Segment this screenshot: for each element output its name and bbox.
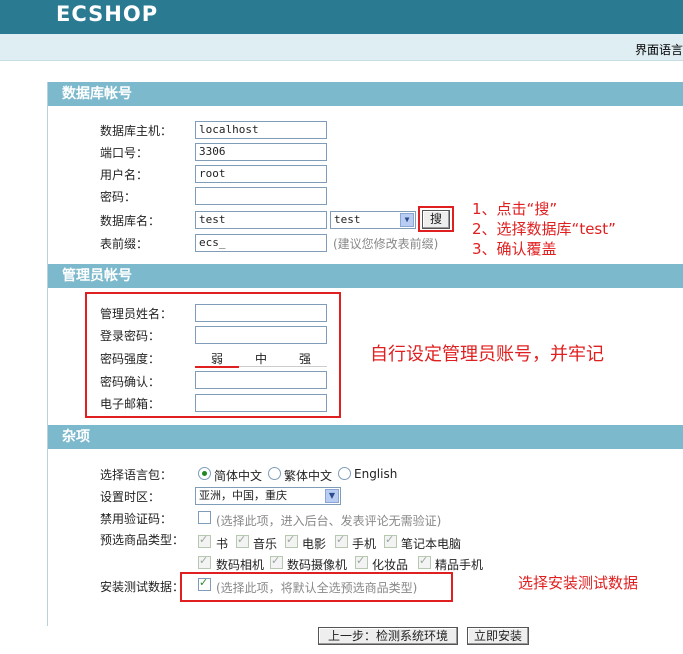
admin-name-label: 管理员姓名： <box>100 307 173 321</box>
chevron-down-icon: ▼ <box>325 489 339 503</box>
db-name-label: 数据库名： <box>100 214 161 228</box>
lang-radio-english[interactable] <box>338 467 351 480</box>
strength-medium: 中 <box>255 352 268 366</box>
goods-checkbox-premium-phone[interactable] <box>418 554 431 569</box>
strength-bar-rest <box>239 366 327 367</box>
search-button-highlight <box>418 206 454 232</box>
lang-option-simplified: 简体中文 <box>214 469 263 483</box>
annotation-admin-note: 自行设定管理员账号，并牢记 <box>370 344 604 365</box>
goods-type-label: 预选商品类型： <box>100 533 185 547</box>
table-prefix-input[interactable]: ecs_ <box>195 234 327 252</box>
strength-strong: 强 <box>299 352 312 366</box>
test-data-highlight <box>180 572 453 602</box>
db-pass-input[interactable] <box>195 187 327 205</box>
annotation-step3: 3、确认覆盖 <box>472 240 557 258</box>
captcha-checkbox[interactable] <box>198 511 211 524</box>
lang-radio-traditional[interactable] <box>268 467 281 480</box>
timezone-label: 设置时区： <box>100 490 161 504</box>
goods-movie: 电影 <box>302 537 327 551</box>
annotation-step1: 1、点击“搜” <box>472 200 558 218</box>
goods-checkbox-movie[interactable] <box>285 533 298 548</box>
table-prefix-label: 表前缀： <box>100 237 149 251</box>
goods-checkbox-laptop[interactable] <box>384 533 397 548</box>
goods-premium-phone: 精品手机 <box>435 558 484 572</box>
goods-checkbox-camera[interactable] <box>198 554 211 569</box>
strength-bar-weak <box>195 366 239 368</box>
strength-weak: 弱 <box>211 352 224 366</box>
lang-radio-simplified[interactable] <box>198 467 211 480</box>
goods-camcorder: 数码摄像机 <box>287 558 348 572</box>
lang-option-traditional: 繁体中文 <box>284 469 333 483</box>
db-name-select[interactable]: test ▼ <box>330 211 416 229</box>
admin-pwd-label: 登录密码： <box>100 329 161 343</box>
timezone-select[interactable]: 亚洲，中国，重庆 ▼ <box>195 487 341 505</box>
admin-email-input[interactable] <box>195 394 327 412</box>
top-banner: ECSHOP <box>0 0 683 34</box>
admin-pwd-input[interactable] <box>195 326 327 344</box>
lang-option-english: English <box>354 467 398 481</box>
db-pass-label: 密码： <box>100 190 137 204</box>
captcha-label: 禁用验证码： <box>100 512 173 526</box>
chevron-down-icon: ▼ <box>400 213 414 227</box>
db-host-input[interactable]: localhost <box>195 121 327 139</box>
interface-language-link[interactable]: 界面语言 <box>635 41 683 58</box>
db-port-label: 端口号： <box>100 146 149 160</box>
goods-checkbox-cosmetics[interactable] <box>355 554 368 569</box>
goods-checkbox-camcorder[interactable] <box>270 554 283 569</box>
pwd-strength-label: 密码强度： <box>100 352 161 366</box>
goods-music: 音乐 <box>253 537 278 551</box>
annotation-step2: 2、选择数据库“test” <box>472 220 616 238</box>
goods-cosmetics: 化妆品 <box>372 558 409 572</box>
lang-pack-label: 选择语言包： <box>100 468 173 482</box>
admin-name-input[interactable] <box>195 304 327 322</box>
ecshop-logo: ECSHOP <box>56 2 159 26</box>
goods-phone: 手机 <box>352 537 377 551</box>
captcha-hint: (选择此项，进入后台、发表评论无需验证) <box>216 514 442 528</box>
db-host-label: 数据库主机： <box>100 124 173 138</box>
db-name-input[interactable]: test <box>195 211 327 229</box>
goods-checkbox-music[interactable] <box>236 533 249 548</box>
db-section-header: 数据库帐号 <box>48 82 683 106</box>
annotation-test-note: 选择安装测试数据 <box>518 574 639 592</box>
table-prefix-hint: (建议您修改表前缀) <box>333 237 439 251</box>
goods-checkbox-phone[interactable] <box>335 533 348 548</box>
admin-confirm-input[interactable] <box>195 371 327 389</box>
goods-checkbox-book[interactable] <box>198 533 211 548</box>
install-now-button[interactable]: 立即安装 <box>467 627 529 645</box>
admin-section-header: 管理员帐号 <box>48 264 683 288</box>
db-port-input[interactable]: 3306 <box>195 143 327 161</box>
test-data-label: 安装测试数据： <box>100 580 185 594</box>
goods-book: 书 <box>216 537 229 551</box>
goods-laptop: 笔记本电脑 <box>401 537 462 551</box>
goods-camera: 数码相机 <box>216 558 265 572</box>
db-user-label: 用户名： <box>100 168 149 182</box>
prev-step-button[interactable]: 上一步：检测系统环境 <box>318 627 458 645</box>
sub-toolbar: 界面语言 <box>0 34 683 61</box>
admin-confirm-label: 密码确认： <box>100 375 161 389</box>
misc-section-header: 杂项 <box>48 425 683 449</box>
db-user-input[interactable]: root <box>195 165 327 183</box>
admin-email-label: 电子邮箱： <box>100 397 161 411</box>
